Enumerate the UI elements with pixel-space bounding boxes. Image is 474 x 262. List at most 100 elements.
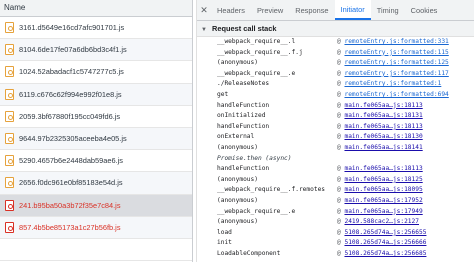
tab-timing[interactable]: Timing [371, 0, 405, 20]
request-name: 9644.97b2325305aceeba4e05.js [19, 134, 127, 144]
request-row[interactable]: 2059.3bf67880f195cc049fd6.js [0, 106, 192, 128]
js-file-icon [5, 88, 14, 100]
source-link[interactable]: remoteEntry.js:formatted:331 [344, 38, 448, 45]
tab-initiator[interactable]: Initiator [334, 0, 371, 20]
source-location: @ remoteEntry.js:formatted:125 [337, 58, 449, 69]
source-link[interactable]: main.fe065aa…js:18095 [344, 186, 422, 193]
source-link[interactable]: main.fe065aa…js:18141 [344, 144, 422, 151]
request-list: 3161.d5649e16cd7afc901701.js 8104.6de17fe… [0, 17, 192, 262]
call-stack-frame: __webpack_require__.f.remotes @ main.fe06… [197, 185, 474, 196]
call-stack-frame: (anonymous) @ main.fe065aa…js:17952 [197, 196, 474, 207]
source-location: @ main.fe065aa…js:18141 [337, 143, 423, 154]
js-file-icon [5, 66, 14, 78]
request-name: 857.4b5be85173a1c27b56fb.js [19, 222, 121, 232]
call-stack-list: __webpack_require__.l @ remoteEntry.js:fo… [197, 37, 474, 259]
function-name: onInitialized [217, 112, 266, 120]
js-file-icon [5, 199, 14, 211]
js-file-icon [5, 155, 14, 167]
source-link[interactable]: remoteEntry.js:formatted:117 [344, 70, 448, 77]
source-link[interactable]: 5108.265d74a…js:256685 [344, 250, 426, 257]
tab-headers[interactable]: Headers [211, 0, 251, 20]
request-name: 3161.d5649e16cd7afc901701.js [19, 23, 125, 33]
source-link[interactable]: 5108.265d74a…js:256666 [344, 239, 426, 246]
source-location: @ main.fe065aa…js:18130 [337, 132, 423, 143]
name-column-header[interactable]: Name [0, 0, 192, 17]
source-location: @ remoteEntry.js:formatted:115 [337, 48, 449, 59]
request-row[interactable] [0, 239, 192, 262]
source-link[interactable]: 5108.265d74a…js:256655 [344, 229, 426, 236]
request-row[interactable]: 5290.4657b6e2448dab59ae6.js [0, 150, 192, 173]
source-link[interactable]: main.fe065aa…js:18125 [344, 176, 422, 183]
source-location: @ main.fe065aa…js:18113 [337, 122, 423, 133]
call-stack-frame: (anonymous) @ main.fe065aa…js:18141 [197, 143, 474, 154]
function-name: (anonymous) [217, 196, 258, 204]
source-link[interactable]: main.fe065aa…js:18113 [344, 123, 422, 130]
source-location: @ 5108.265d74a…js:256666 [337, 238, 426, 249]
source-location: @ main.fe065aa…js:18113 [337, 164, 423, 175]
function-name: get [217, 90, 229, 98]
request-row[interactable]: 8104.6de17fe07a6db6bd3c4f1.js [0, 39, 192, 62]
request-name: 241.b95ba50a3b72f35e7c84.js [19, 200, 121, 210]
request-details-panel: ✕ Headers Preview Response Initiator Timing C… [197, 0, 474, 262]
request-row[interactable]: 241.b95ba50a3b72f35e7c84.js [0, 194, 192, 217]
request-row[interactable]: 9644.97b2325305aceeba4e05.js [0, 127, 192, 151]
call-stack-frame: handleFunction @ main.fe065aa…js:18113 [197, 122, 474, 133]
call-stack-frame: __webpack_require__.l @ remoteEntry.js:fo… [197, 37, 474, 48]
call-stack-frame: LoadableComponent @ 5108.265d74a…js:25668… [197, 249, 474, 260]
source-link[interactable]: remoteEntry.js:formatted:1 [344, 80, 441, 87]
function-name: (anonymous) [217, 59, 258, 67]
source-link[interactable]: main.fe065aa…js:17952 [344, 197, 422, 204]
source-link[interactable]: main.fe065aa…js:17949 [344, 208, 422, 215]
source-location: @ main.fe065aa…js:17952 [337, 196, 423, 207]
details-tab-bar: ✕ Headers Preview Response Initiator Timing C… [197, 0, 474, 21]
request-name: 8104.6de17fe07a6db6bd3c4f1.js [19, 45, 127, 55]
call-stack-frame: init @ 5108.265d74a…js:256666 [197, 238, 474, 249]
request-row[interactable]: 3161.d5649e16cd7afc901701.js [0, 17, 192, 40]
source-link[interactable]: main.fe065aa…js:18113 [344, 165, 422, 172]
source-location: @ remoteEntry.js:formatted:117 [337, 69, 449, 80]
function-name: __webpack_require__.e [217, 69, 296, 77]
tab-preview[interactable]: Preview [251, 0, 289, 20]
request-list-panel: Name 3161.d5649e16cd7afc901701.js 8104.6d… [0, 0, 192, 262]
call-stack-frame: __webpack_require__.e @ main.fe065aa…js:1… [197, 207, 474, 218]
tab-cookies[interactable]: Cookies [405, 0, 444, 20]
source-location: @ main.fe065aa…js:18131 [337, 111, 423, 122]
source-link[interactable]: main.fe065aa…js:18113 [344, 102, 422, 109]
panel-divider[interactable] [192, 0, 193, 262]
close-icon[interactable]: ✕ [197, 0, 211, 20]
js-file-icon [5, 133, 14, 145]
function-name: onExternal [217, 133, 255, 141]
call-stack-frame: get @ remoteEntry.js:formatted:694 [197, 90, 474, 101]
source-location: @ 5108.265d74a…js:256685 [337, 249, 426, 260]
source-location: @ main.fe065aa…js:18125 [337, 175, 423, 186]
request-row[interactable]: 6119.c676c62f994e992f01e8.js [0, 83, 192, 106]
call-stack-frame: (anonymous) @ remoteEntry.js:formatted:12… [197, 58, 474, 69]
source-link[interactable]: 2419.588cac2…js:2127 [344, 218, 419, 225]
request-row[interactable]: 1024.52abadacf1c5747277c5.js [0, 61, 192, 84]
call-stack-frame: (anonymous) @ main.fe065aa…js:18125 [197, 175, 474, 186]
request-call-stack-header[interactable]: ▼ Request call stack [197, 21, 474, 37]
source-location: @ 2419.588cac2…js:2127 [337, 217, 419, 228]
source-location: @ 5108.265d74a…js:256655 [337, 228, 426, 239]
function-name: handleFunction [217, 165, 270, 173]
async-separator: Promise.then (async) [197, 154, 474, 165]
function-name: LoadableComponent [217, 249, 281, 257]
tab-response[interactable]: Response [289, 0, 334, 20]
request-row[interactable]: 2656.f0dc961e0bf85183e54d.js [0, 172, 192, 195]
source-location: @ remoteEntry.js:formatted:331 [337, 37, 449, 48]
call-stack-frame: load @ 5108.265d74a…js:256655 [197, 228, 474, 239]
request-name: 2656.f0dc961e0bf85183e54d.js [19, 178, 123, 188]
js-file-icon [5, 22, 14, 34]
function-name: load [217, 228, 232, 236]
request-name: 5290.4657b6e2448dab59ae6.js [19, 156, 123, 166]
function-name: __webpack_require__.e [217, 207, 296, 215]
source-link[interactable]: remoteEntry.js:formatted:694 [344, 91, 448, 98]
source-link[interactable]: main.fe065aa…js:18131 [344, 112, 422, 119]
source-link[interactable]: main.fe065aa…js:18130 [344, 133, 422, 140]
function-name: __webpack_require__.f.remotes [217, 186, 326, 194]
source-link[interactable]: remoteEntry.js:formatted:115 [344, 49, 448, 56]
source-link[interactable]: remoteEntry.js:formatted:125 [344, 59, 448, 66]
request-row[interactable]: 857.4b5be85173a1c27b56fb.js [0, 216, 192, 239]
function-name: __webpack_require__.l [217, 38, 296, 45]
source-location: @ remoteEntry.js:formatted:694 [337, 90, 449, 101]
